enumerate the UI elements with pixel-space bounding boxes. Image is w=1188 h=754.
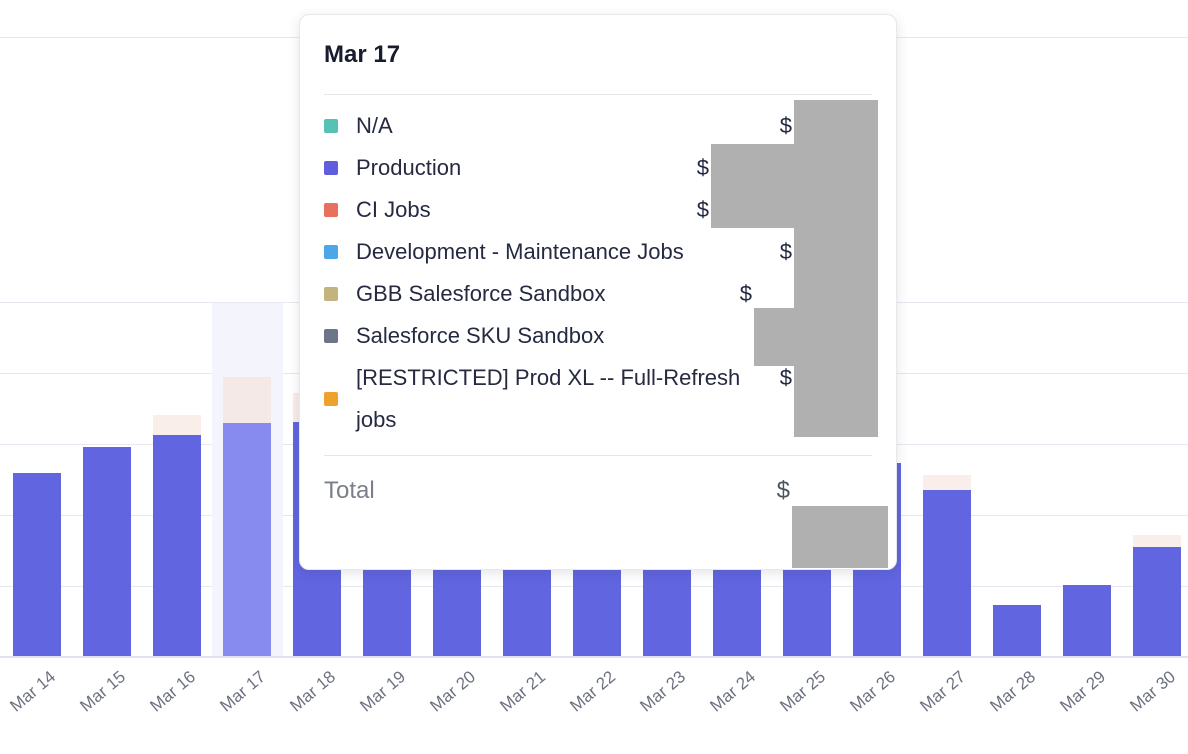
bar-mar-16[interactable] — [153, 435, 201, 657]
x-axis-label: Mar 30 — [1126, 667, 1179, 716]
x-axis-label: Mar 24 — [706, 667, 759, 716]
redaction-block — [792, 506, 888, 568]
series-color-swatch-icon — [324, 287, 338, 301]
series-color-swatch-icon — [324, 203, 338, 217]
bar-cap — [1133, 535, 1181, 547]
x-axis-label: Mar 29 — [1056, 667, 1109, 716]
bar-mar-15[interactable] — [83, 447, 131, 657]
bar-cap — [153, 415, 201, 435]
bar-mar-30[interactable] — [1133, 547, 1181, 657]
bar-cap — [923, 475, 971, 490]
x-axis-label: Mar 15 — [76, 667, 129, 716]
tooltip-row-label: [RESTRICTED] Prod XL -- Full-Refresh job… — [356, 357, 748, 441]
tooltip-row-label: Salesforce SKU Sandbox — [356, 315, 604, 357]
redaction-block — [794, 100, 878, 437]
series-color-swatch-icon — [324, 392, 338, 406]
tooltip-row-label: Development - Maintenance Jobs — [356, 231, 684, 273]
tooltip-total-row: Total $ — [324, 470, 872, 512]
cost-chart[interactable]: Mar 14 Mar 15 Mar 16 Mar 17 Mar 18 Mar 19 Mar … — [0, 0, 1188, 754]
series-color-swatch-icon — [324, 329, 338, 343]
x-axis-label: Mar 17 — [216, 667, 269, 716]
x-axis-label: Mar 14 — [6, 667, 59, 716]
bar-mar-14[interactable] — [13, 473, 61, 657]
tooltip-row-value: $ — [780, 231, 792, 273]
x-axis-label: Mar 20 — [426, 667, 479, 716]
tooltip-row-value: $ — [697, 147, 709, 189]
redaction-block — [711, 144, 794, 228]
series-color-swatch-icon — [324, 119, 338, 133]
tooltip-row-label: GBB Salesforce Sandbox — [356, 273, 605, 315]
bar-cap — [223, 377, 271, 423]
bar-mar-29[interactable] — [1063, 585, 1111, 657]
tooltip-total-divider — [324, 455, 872, 456]
x-axis-label: Mar 27 — [916, 667, 969, 716]
bar-mar-27[interactable] — [923, 490, 971, 657]
bar-mar-17[interactable] — [223, 423, 271, 657]
x-axis-baseline — [0, 656, 1188, 658]
tooltip-divider — [324, 94, 872, 95]
x-axis-label: Mar 21 — [496, 667, 549, 716]
x-axis-label: Mar 25 — [776, 667, 829, 716]
redaction-block — [754, 308, 794, 366]
tooltip-row-label: CI Jobs — [356, 189, 431, 231]
tooltip-row-value: $ — [780, 105, 792, 147]
x-axis-label: Mar 18 — [286, 667, 339, 716]
x-axis-label: Mar 26 — [846, 667, 899, 716]
x-axis-label: Mar 19 — [356, 667, 409, 716]
tooltip-title: Mar 17 — [324, 41, 872, 69]
x-axis-label: Mar 22 — [566, 667, 619, 716]
series-color-swatch-icon — [324, 161, 338, 175]
series-color-swatch-icon — [324, 245, 338, 259]
bar-mar-28[interactable] — [993, 605, 1041, 657]
tooltip-row-value: $ — [697, 189, 709, 231]
x-axis-label: Mar 23 — [636, 667, 689, 716]
tooltip-row: Development - Maintenance Jobs $ — [324, 231, 872, 273]
tooltip-total-value: $ — [777, 470, 790, 512]
x-axis-label: Mar 28 — [986, 667, 1039, 716]
tooltip-row-value: $ — [740, 273, 752, 315]
tooltip-row: [RESTRICTED] Prod XL -- Full-Refresh job… — [324, 357, 872, 441]
tooltip-row-label: N/A — [356, 105, 393, 147]
tooltip-row: N/A $ — [324, 105, 872, 147]
x-axis-label: Mar 16 — [146, 667, 199, 716]
tooltip-total-label: Total — [324, 470, 375, 512]
tooltip-row-label: Production — [356, 147, 461, 189]
